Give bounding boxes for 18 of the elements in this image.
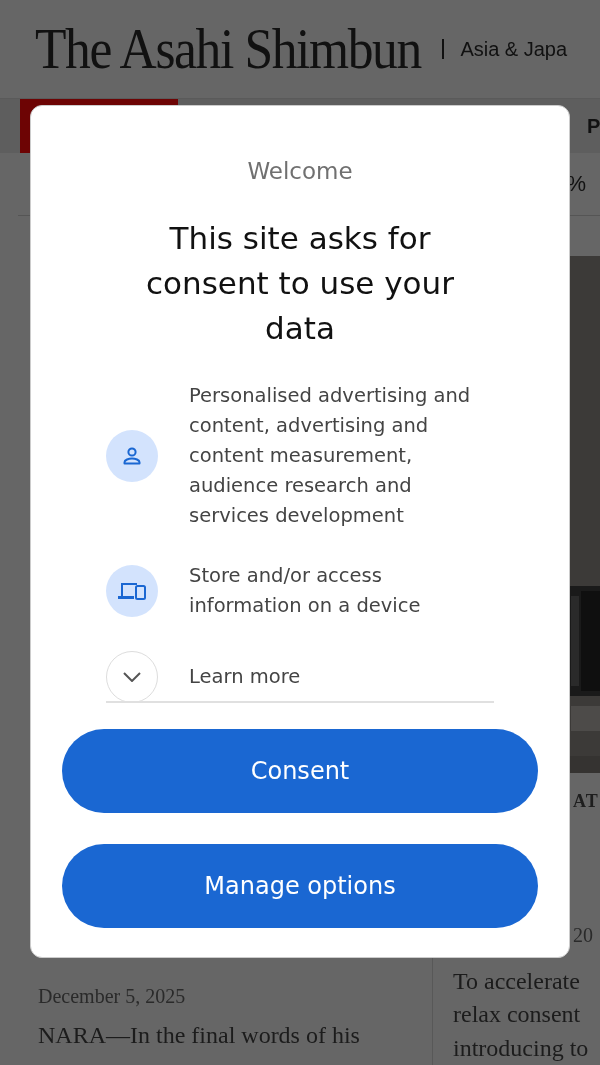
edition-label[interactable]: Asia & Japa (460, 37, 568, 61)
chevron-down-icon (123, 672, 141, 682)
article-summary: introducing to (453, 1033, 590, 1063)
nav-link[interactable]: P (587, 114, 600, 138)
consent-button[interactable]: Consent (62, 729, 538, 813)
manage-options-button[interactable]: Manage options (62, 844, 538, 928)
purpose-text: Store and/or access information on a device (189, 563, 422, 619)
article-summary: relax consent (453, 1000, 582, 1029)
welcome-label: Welcome (247, 157, 353, 186)
article-summary: NARA—In the final words of his (38, 1022, 361, 1049)
article-date: December 5, 2025 (38, 985, 187, 1008)
article-summary: To accelerate (453, 966, 581, 996)
site-logo: The Asahi Shimbun (35, 21, 421, 77)
article-category: AT (573, 790, 600, 812)
article-date: 20 (573, 923, 594, 947)
dialog-title: This site asks for consent to use your data (145, 219, 455, 348)
purpose-text: Personalised advertising and content, advertising and content measurement, audience research and services development (189, 383, 472, 529)
learn-more-link[interactable]: Learn more (189, 662, 479, 692)
